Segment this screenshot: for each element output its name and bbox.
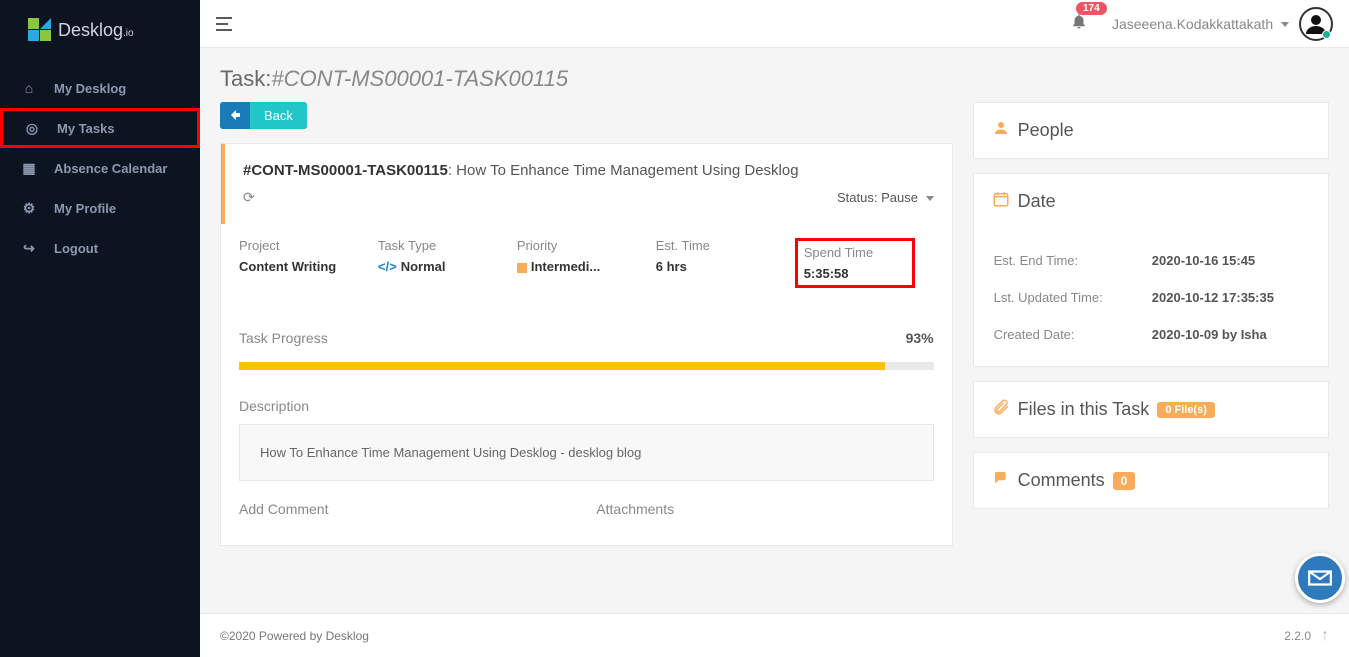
attachments-label: Attachments [596, 501, 933, 517]
task-header: #CONT-MS00001-TASK00115: How To Enhance … [221, 144, 952, 224]
nav-menu: ⌂ My Desklog ◎ My Tasks ▦ Absence Calend… [0, 60, 200, 268]
comments-icon [992, 469, 1010, 492]
footer: ©2020 Powered by Desklog 2.2.0 ↑ [200, 613, 1349, 657]
menu-toggle-icon[interactable] [216, 17, 236, 31]
nav-label: My Tasks [57, 121, 115, 136]
nav-label: Absence Calendar [54, 161, 167, 176]
calendar-icon [992, 190, 1010, 213]
description-box: How To Enhance Time Management Using Des… [239, 424, 934, 481]
right-column: People Date Est. End Time: 2020-10-16 15… [973, 102, 1329, 546]
user-menu[interactable]: Jaseeena.Kodakkattakath [1112, 16, 1289, 32]
nav-absence-calendar[interactable]: ▦ Absence Calendar [0, 148, 200, 188]
avatar[interactable] [1299, 7, 1333, 41]
bottom-inputs: Add Comment Attachments [221, 501, 952, 545]
nav-label: My Profile [54, 201, 116, 216]
add-comment-section: Add Comment [239, 501, 576, 527]
brand-logo[interactable]: Desklog.io [0, 0, 200, 60]
footer-version: 2.2.0 [1284, 629, 1311, 643]
scroll-top-icon[interactable]: ↑ [1321, 627, 1329, 645]
description-label: Description [239, 398, 934, 414]
date-row: Created Date: 2020-10-09 by Isha [994, 317, 1308, 352]
target-icon: ◎ [23, 120, 41, 137]
progress-label: Task Progress [239, 330, 328, 346]
paperclip-icon [992, 398, 1010, 421]
add-comment-label: Add Comment [239, 501, 576, 517]
back-button[interactable]: Back [220, 102, 307, 129]
brand-name: Desklog [58, 20, 123, 40]
back-arrow-icon [220, 102, 250, 129]
nav-label: Logout [54, 241, 98, 256]
progress-bar [239, 362, 934, 370]
nav-my-tasks[interactable]: ◎ My Tasks [0, 108, 200, 148]
date-panel-body: Est. End Time: 2020-10-16 15:45 Lst. Upd… [974, 229, 1328, 366]
refresh-icon[interactable]: ⟳ [243, 189, 255, 206]
person-icon [992, 119, 1010, 142]
files-panel-header[interactable]: Files in this Task 0 File(s) [974, 382, 1328, 437]
nav-label: My Desklog [54, 81, 126, 96]
caret-down-icon [1281, 22, 1289, 27]
left-column: Back #CONT-MS00001-TASK00115: How To Enh… [220, 102, 953, 546]
date-panel-header[interactable]: Date [974, 174, 1328, 229]
task-title: #CONT-MS00001-TASK00115: How To Enhance … [243, 162, 934, 179]
notifications-count-badge: 174 [1076, 2, 1107, 15]
metric-spend-time: Spend Time 5:35:58 [795, 238, 934, 288]
logo-icon [28, 18, 52, 42]
comments-panel: Comments 0 [973, 452, 1329, 509]
nav-my-profile[interactable]: ⚙ My Profile [0, 188, 200, 228]
metric-task-type: Task Type </>Normal [378, 238, 517, 288]
content: Back #CONT-MS00001-TASK00115: How To Enh… [200, 102, 1349, 546]
attachments-section: Attachments [596, 501, 933, 527]
nav-logout[interactable]: ↪ Logout [0, 228, 200, 268]
progress-fill [239, 362, 885, 370]
date-row: Est. End Time: 2020-10-16 15:45 [994, 243, 1308, 278]
username-text: Jaseeena.Kodakkattakath [1112, 16, 1273, 32]
comments-count-badge: 0 [1113, 472, 1136, 490]
logout-icon: ↪ [20, 240, 38, 257]
gear-icon: ⚙ [20, 200, 38, 217]
metric-est-time: Est. Time 6 hrs [656, 238, 795, 288]
brand-suffix: .io [123, 28, 134, 39]
notifications-button[interactable]: 174 [1070, 12, 1088, 35]
page-title: Task:#CONT-MS00001-TASK00115 [220, 66, 1329, 92]
files-count-badge: 0 File(s) [1157, 402, 1215, 418]
metric-project: Project Content Writing [239, 238, 378, 288]
progress-percent: 93% [328, 330, 934, 346]
task-metrics: Project Content Writing Task Type </>Nor… [221, 224, 952, 316]
footer-copyright: ©2020 Powered by Desklog [220, 629, 369, 643]
description-section: Description How To Enhance Time Manageme… [221, 398, 952, 501]
code-icon: </> [378, 259, 397, 274]
home-icon: ⌂ [20, 80, 38, 96]
date-table: Est. End Time: 2020-10-16 15:45 Lst. Upd… [992, 241, 1310, 354]
comments-panel-header[interactable]: Comments 0 [974, 453, 1328, 508]
task-card: #CONT-MS00001-TASK00115: How To Enhance … [220, 143, 953, 546]
priority-color-icon [517, 263, 527, 273]
bell-icon [1070, 14, 1088, 34]
metric-priority: Priority Intermedi... [517, 238, 656, 288]
page-title-area: Task:#CONT-MS00001-TASK00115 [200, 48, 1349, 102]
date-row: Lst. Updated Time: 2020-10-12 17:35:35 [994, 280, 1308, 315]
people-panel: People [973, 102, 1329, 159]
caret-down-icon [926, 196, 934, 201]
mail-bubble-button[interactable] [1295, 553, 1345, 603]
files-panel: Files in this Task 0 File(s) [973, 381, 1329, 438]
calendar-icon: ▦ [20, 160, 38, 177]
topbar: 174 Jaseeena.Kodakkattakath [200, 0, 1349, 48]
main-area: 174 Jaseeena.Kodakkattakath Task:#CONT-M… [200, 0, 1349, 657]
date-panel: Date Est. End Time: 2020-10-16 15:45 Lst… [973, 173, 1329, 367]
people-panel-header[interactable]: People [974, 103, 1328, 158]
status-dropdown[interactable]: Status: Pause [255, 190, 934, 205]
task-progress-section: Task Progress 93% [221, 316, 952, 398]
status-dot-icon [1322, 30, 1331, 39]
spend-time-highlight: Spend Time 5:35:58 [795, 238, 915, 288]
sidebar: Desklog.io ⌂ My Desklog ◎ My Tasks ▦ Abs… [0, 0, 200, 657]
nav-my-desklog[interactable]: ⌂ My Desklog [0, 68, 200, 108]
back-label: Back [250, 102, 307, 129]
